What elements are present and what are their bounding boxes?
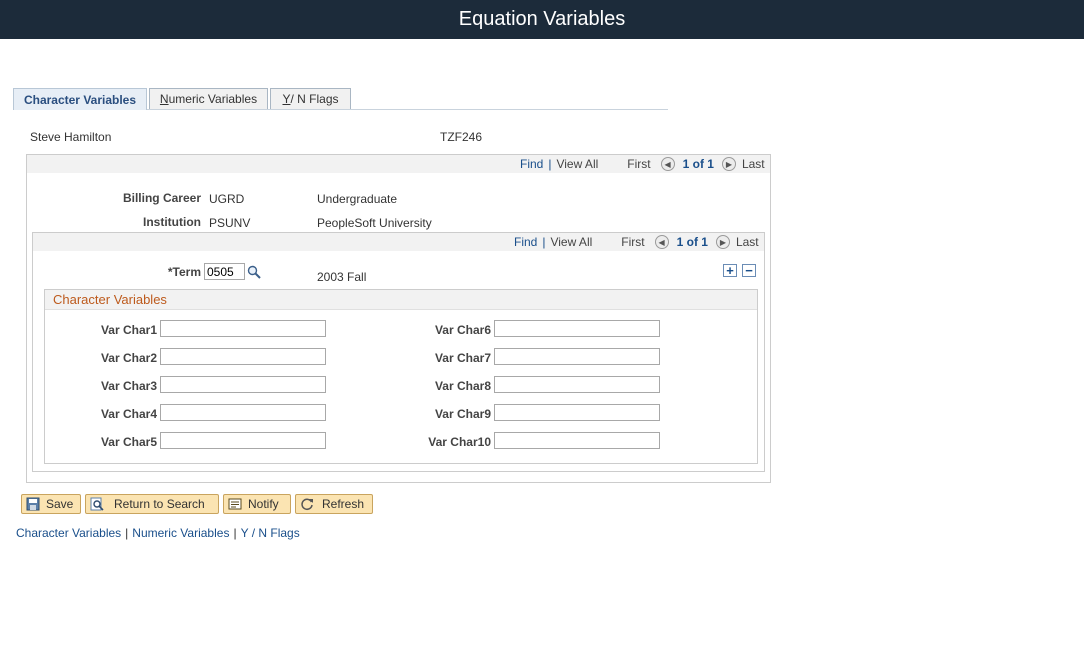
outer-view-all-link[interactable]: View All — [556, 157, 598, 171]
refresh-button[interactable]: Refresh — [295, 494, 373, 514]
refresh-icon — [300, 497, 314, 511]
var-char6-label: Var Char6 — [434, 323, 491, 337]
return-search-icon — [90, 497, 104, 511]
tab-accesskey: Y — [282, 92, 291, 106]
inner-view-all-link[interactable]: View All — [550, 235, 592, 249]
page-header: Equation Variables — [0, 0, 1084, 39]
inner-row-count: 1 of 1 — [676, 235, 708, 249]
var-char9-input[interactable] — [494, 404, 660, 421]
institution-desc: PeopleSoft University — [317, 216, 432, 230]
arrow-left-icon[interactable]: ◀ — [660, 157, 675, 171]
outer-nav: Find | View All First ◀ 1 of 1 ▶ Last — [520, 156, 765, 172]
notify-button-label: Notify — [248, 497, 279, 511]
var-char6-input[interactable] — [494, 320, 660, 337]
var-char2-input[interactable] — [160, 348, 326, 365]
nav-separator: | — [548, 157, 552, 171]
term-input[interactable] — [204, 263, 245, 280]
notify-icon — [228, 497, 242, 511]
billing-career-label: Billing Career — [122, 191, 201, 205]
var-char7-label: Var Char7 — [434, 351, 491, 365]
magnifier-icon[interactable] — [247, 265, 261, 279]
save-button-label: Save — [46, 497, 74, 511]
inner-nav: Find | View All First ◀ 1 of 1 ▶ Last — [514, 234, 759, 250]
var-char7-input[interactable] — [494, 348, 660, 365]
plus-icon[interactable]: + — [723, 264, 737, 277]
arrow-left-icon[interactable]: ◀ — [654, 235, 669, 249]
tab-character-variables[interactable]: Character Variables — [13, 88, 147, 110]
arrow-right-icon[interactable]: ▶ — [715, 235, 730, 249]
return-button-label: Return to Search — [114, 497, 205, 511]
save-button[interactable]: Save — [21, 494, 81, 514]
tab-yn-flags[interactable]: Y / N Flags — [270, 88, 351, 109]
var-char1-input[interactable] — [160, 320, 326, 337]
tab-label: / N Flags — [290, 92, 339, 106]
var-char8-input[interactable] — [494, 376, 660, 393]
tab-label: umeric Variables — [168, 92, 258, 106]
tab-label: Character Variables — [23, 92, 137, 107]
tab-bar: Character Variables Numeric Variables Y … — [13, 88, 668, 110]
return-to-search-button[interactable]: Return to Search — [85, 494, 219, 514]
var-char10-label: Var Char10 — [428, 435, 491, 449]
var-char5-label: Var Char5 — [100, 435, 157, 449]
page-title: Equation Variables — [458, 8, 626, 30]
footer-links: Character Variables | Numeric Variables … — [16, 526, 300, 540]
var-char3-label: Var Char3 — [100, 379, 157, 393]
footer-link-numeric-variables[interactable]: Numeric Variables — [132, 526, 229, 540]
inner-find-link[interactable]: Find — [514, 235, 537, 249]
inner-last-label: Last — [735, 235, 759, 249]
notify-button[interactable]: Notify — [223, 494, 291, 514]
billing-career-desc: Undergraduate — [317, 192, 398, 206]
nav-separator: | — [542, 235, 546, 249]
outer-row-count: 1 of 1 — [682, 157, 714, 171]
term-desc: 2003 Fall — [317, 270, 367, 284]
outer-first-label: First — [627, 157, 651, 171]
section-title-char-vars: Character Variables — [45, 290, 757, 310]
footer-separator: | — [125, 526, 129, 540]
var-char5-input[interactable] — [160, 432, 326, 449]
billing-career-code: UGRD — [209, 192, 245, 206]
tab-accesskey: N — [159, 92, 169, 106]
footer-link-character-variables[interactable]: Character Variables — [16, 526, 121, 540]
term-label: *Term — [167, 265, 201, 279]
tab-numeric-variables[interactable]: Numeric Variables — [149, 88, 268, 109]
save-icon — [26, 497, 40, 511]
institution-code: PSUNV — [209, 216, 251, 230]
section-title: Character Variables — [53, 292, 167, 307]
var-char8-label: Var Char8 — [434, 379, 491, 393]
outer-last-label: Last — [741, 157, 765, 171]
person-name: Steve Hamilton — [30, 130, 112, 144]
var-char3-input[interactable] — [160, 376, 326, 393]
arrow-right-icon[interactable]: ▶ — [721, 157, 736, 171]
person-id: TZF246 — [440, 130, 483, 144]
inner-first-label: First — [621, 235, 645, 249]
minus-icon[interactable]: − — [742, 264, 756, 277]
var-char4-label: Var Char4 — [100, 407, 157, 421]
var-char10-input[interactable] — [494, 432, 660, 449]
outer-find-link[interactable]: Find — [520, 157, 543, 171]
footer-link-yn-flags[interactable]: Y / N Flags — [241, 526, 300, 540]
institution-label: Institution — [143, 215, 201, 229]
var-char4-input[interactable] — [160, 404, 326, 421]
var-char1-label: Var Char1 — [100, 323, 157, 337]
var-char9-label: Var Char9 — [434, 407, 491, 421]
refresh-button-label: Refresh — [322, 497, 365, 511]
footer-separator: | — [233, 526, 237, 540]
var-char2-label: Var Char2 — [100, 351, 157, 365]
